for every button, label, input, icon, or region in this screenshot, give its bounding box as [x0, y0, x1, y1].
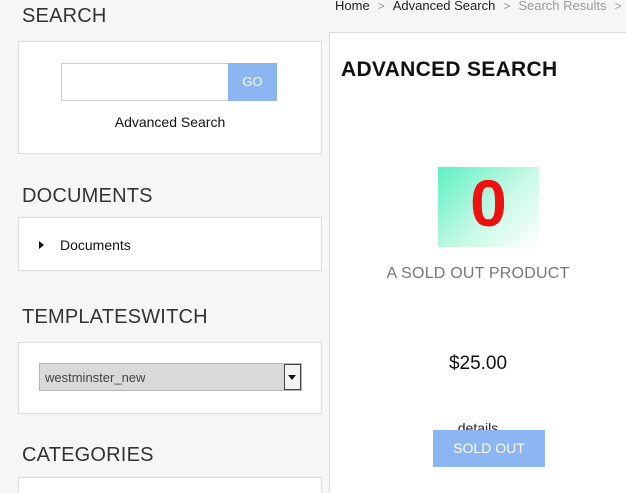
- breadcrumb-advanced-search[interactable]: Advanced Search: [393, 0, 496, 13]
- search-heading: SEARCH: [22, 5, 107, 27]
- product-thumbnail-number: 0: [470, 166, 507, 240]
- breadcrumb-home[interactable]: Home: [335, 0, 370, 13]
- documents-link[interactable]: Documents: [39, 237, 131, 253]
- template-select-value: westminster_new: [45, 370, 146, 385]
- templateswitch-box: westminster_new: [18, 342, 322, 414]
- documents-heading: DOCUMENTS: [22, 185, 153, 207]
- documents-link-label: Documents: [60, 237, 131, 253]
- breadcrumb-search-results: Search Results: [518, 0, 607, 13]
- product-name[interactable]: A SOLD OUT PRODUCT: [330, 265, 626, 283]
- caret-right-icon: [39, 241, 44, 249]
- go-button[interactable]: GO: [228, 63, 277, 101]
- advanced-search-link[interactable]: Advanced Search: [19, 114, 321, 130]
- templateswitch-heading: TEMPLATESWITCH: [22, 306, 208, 328]
- breadcrumb: Home > Advanced Search > Search Results …: [335, 0, 626, 13]
- search-input[interactable]: [61, 63, 229, 101]
- chevron-down-icon[interactable]: [284, 364, 301, 390]
- categories-box: [18, 477, 322, 493]
- categories-heading: CATEGORIES: [22, 444, 154, 466]
- product-thumbnail[interactable]: 0: [438, 166, 539, 247]
- template-select[interactable]: westminster_new: [39, 363, 302, 391]
- page-title: ADVANCED SEARCH: [341, 58, 558, 81]
- documents-box: Documents: [18, 217, 322, 271]
- breadcrumb-separator: >: [614, 0, 622, 13]
- product-price: $25.00: [448, 353, 508, 374]
- search-box: GO Advanced Search: [18, 41, 322, 154]
- main-content: ADVANCED SEARCH 0 A SOLD OUT PRODUCT $25…: [329, 32, 626, 493]
- breadcrumb-separator: >: [503, 0, 511, 13]
- sold-out-button[interactable]: SOLD OUT: [433, 430, 545, 467]
- breadcrumb-separator: >: [377, 0, 385, 13]
